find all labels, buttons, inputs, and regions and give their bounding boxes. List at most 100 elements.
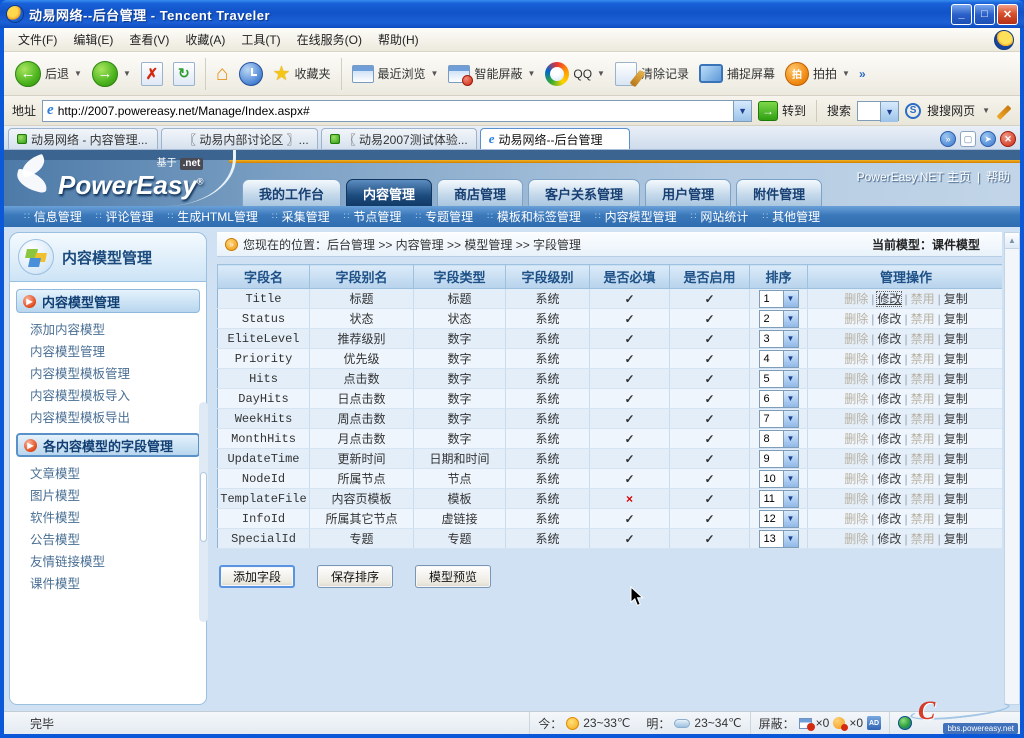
nav-tab[interactable]: 附件管理 xyxy=(736,179,822,206)
select-dropdown-icon[interactable]: ▼ xyxy=(783,511,798,527)
back-button[interactable]: ← 后退 ▼ xyxy=(10,58,87,90)
search-dropdown-icon[interactable]: ▼ xyxy=(880,102,898,122)
delete-link[interactable]: 删除 xyxy=(844,332,868,346)
submenu-item[interactable]: ∷ 信息管理 xyxy=(18,208,88,225)
tab-overflow-icon[interactable]: » xyxy=(940,131,956,147)
copy-link[interactable]: 复制 xyxy=(944,532,968,546)
delete-link[interactable]: 删除 xyxy=(844,412,868,426)
sidebar-item[interactable]: 图片模型 xyxy=(16,483,200,505)
sidebar-item[interactable]: 公告模型 xyxy=(16,527,200,549)
maximize-button[interactable]: □ xyxy=(974,4,995,25)
sidebar-item[interactable]: 内容模型模板导出 xyxy=(16,405,200,427)
submenu-item[interactable]: ∷ 模板和标签管理 xyxy=(481,208,587,225)
go-button[interactable]: → 转到 xyxy=(758,101,806,121)
model-preview-button[interactable]: 模型预览 xyxy=(415,565,491,588)
select-dropdown-icon[interactable]: ▼ xyxy=(783,351,798,367)
sort-order-select[interactable]: 7 ▼ xyxy=(759,410,799,428)
select-dropdown-icon[interactable]: ▼ xyxy=(783,391,798,407)
save-order-button[interactable]: 保存排序 xyxy=(317,565,393,588)
disable-link[interactable]: 禁用 xyxy=(911,492,935,506)
browser-tab[interactable]: 〖 动易2007测试体验... xyxy=(321,128,477,149)
engine-dropdown-icon[interactable]: ▼ xyxy=(982,106,990,115)
modify-link[interactable]: 修改 xyxy=(877,392,901,406)
favorites-button[interactable]: ★ 收藏夹 xyxy=(268,58,336,89)
submenu-item[interactable]: ∷ 网站统计 xyxy=(685,208,755,225)
clear-history-button[interactable]: 清除记录 xyxy=(610,59,694,89)
submenu-item[interactable]: ∷ 评论管理 xyxy=(90,208,160,225)
modify-link[interactable]: 修改 xyxy=(877,352,901,366)
qq-button[interactable]: QQ ▼ xyxy=(540,59,610,89)
url-input[interactable] xyxy=(58,104,733,118)
add-field-button[interactable]: 添加字段 xyxy=(219,565,295,588)
weather-widget[interactable]: 今： 23~33℃ 明： 23~34℃ xyxy=(529,712,749,734)
copy-link[interactable]: 复制 xyxy=(944,492,968,506)
delete-link[interactable]: 删除 xyxy=(844,312,868,326)
sort-order-select[interactable]: 1 ▼ xyxy=(759,290,799,308)
copy-link[interactable]: 复制 xyxy=(944,472,968,486)
sort-order-select[interactable]: 3 ▼ xyxy=(759,330,799,348)
copy-link[interactable]: 复制 xyxy=(944,332,968,346)
sort-order-select[interactable]: 2 ▼ xyxy=(759,310,799,328)
modify-link[interactable]: 修改 xyxy=(877,292,901,306)
disable-link[interactable]: 禁用 xyxy=(911,312,935,326)
back-dropdown-icon[interactable]: ▼ xyxy=(74,69,82,78)
block-counter[interactable]: 屏蔽： ×0 ×0 AD xyxy=(750,712,889,734)
disable-link[interactable]: 禁用 xyxy=(911,332,935,346)
submenu-item[interactable]: ∷ 其他管理 xyxy=(756,208,826,225)
qq-dropdown-icon[interactable]: ▼ xyxy=(597,69,605,78)
browser-tab[interactable]: e 动易网络--后台管理 xyxy=(480,128,630,149)
copy-link[interactable]: 复制 xyxy=(944,512,968,526)
disable-link[interactable]: 禁用 xyxy=(911,372,935,386)
menu-item[interactable]: 文件(F) xyxy=(10,28,65,51)
modify-link[interactable]: 修改 xyxy=(877,532,901,546)
forward-button[interactable]: → ▼ xyxy=(87,58,136,90)
content-scrollbar[interactable]: ▲ xyxy=(1004,232,1020,705)
sort-order-select[interactable]: 9 ▼ xyxy=(759,450,799,468)
sort-order-select[interactable]: 11 ▼ xyxy=(759,490,799,508)
sort-order-select[interactable]: 4 ▼ xyxy=(759,350,799,368)
browser-tab[interactable]: 动易网络 - 内容管理... xyxy=(8,128,158,149)
submenu-item[interactable]: ∷ 内容模型管理 xyxy=(589,208,683,225)
disable-link[interactable]: 禁用 xyxy=(911,352,935,366)
close-button[interactable]: ✕ xyxy=(997,4,1018,25)
disable-link[interactable]: 禁用 xyxy=(911,432,935,446)
url-dropdown-icon[interactable]: ▼ xyxy=(733,101,751,121)
sidebar-section-header-fields[interactable]: ▶ 各内容模型的字段管理 xyxy=(16,433,200,457)
modify-link[interactable]: 修改 xyxy=(877,512,901,526)
nav-tab[interactable]: 内容管理 xyxy=(346,179,432,206)
sidebar-item[interactable]: 友情链接模型 xyxy=(16,549,200,571)
modify-link[interactable]: 修改 xyxy=(877,472,901,486)
sort-order-select[interactable]: 5 ▼ xyxy=(759,370,799,388)
disable-link[interactable]: 禁用 xyxy=(911,472,935,486)
menu-item[interactable]: 帮助(H) xyxy=(370,28,427,51)
copy-link[interactable]: 复制 xyxy=(944,412,968,426)
select-dropdown-icon[interactable]: ▼ xyxy=(783,451,798,467)
delete-link[interactable]: 删除 xyxy=(844,492,868,506)
sidebar-item[interactable]: 课件模型 xyxy=(16,571,200,593)
recent-dropdown-icon[interactable]: ▼ xyxy=(431,69,439,78)
submenu-item[interactable]: ∷ 采集管理 xyxy=(266,208,336,225)
copy-link[interactable]: 复制 xyxy=(944,352,968,366)
home-button[interactable]: ⌂ xyxy=(211,59,234,89)
copy-link[interactable]: 复制 xyxy=(944,452,968,466)
disable-link[interactable]: 禁用 xyxy=(911,512,935,526)
delete-link[interactable]: 删除 xyxy=(844,472,868,486)
sidebar-item[interactable]: 文章模型 xyxy=(16,461,200,483)
delete-link[interactable]: 删除 xyxy=(844,392,868,406)
close-tab-icon[interactable]: ✕ xyxy=(1000,131,1016,147)
nav-tab[interactable]: 我的工作台 xyxy=(242,179,341,206)
modify-link[interactable]: 修改 xyxy=(877,372,901,386)
copy-link[interactable]: 复制 xyxy=(944,392,968,406)
disable-link[interactable]: 禁用 xyxy=(911,292,935,306)
select-dropdown-icon[interactable]: ▼ xyxy=(783,431,798,447)
menu-item[interactable]: 在线服务(O) xyxy=(289,28,370,51)
smart-block-button[interactable]: 智能屏蔽 ▼ xyxy=(443,62,540,86)
pin-tab-icon[interactable]: ➤ xyxy=(980,131,996,147)
select-dropdown-icon[interactable]: ▼ xyxy=(783,491,798,507)
sidebar-section-header-model[interactable]: ▶ 内容模型管理 xyxy=(16,289,200,313)
menu-item[interactable]: 工具(T) xyxy=(233,28,288,51)
delete-link[interactable]: 删除 xyxy=(844,532,868,546)
sort-order-select[interactable]: 13 ▼ xyxy=(759,530,799,548)
minimize-button[interactable]: _ xyxy=(951,4,972,25)
pencil-icon[interactable] xyxy=(997,105,1012,120)
